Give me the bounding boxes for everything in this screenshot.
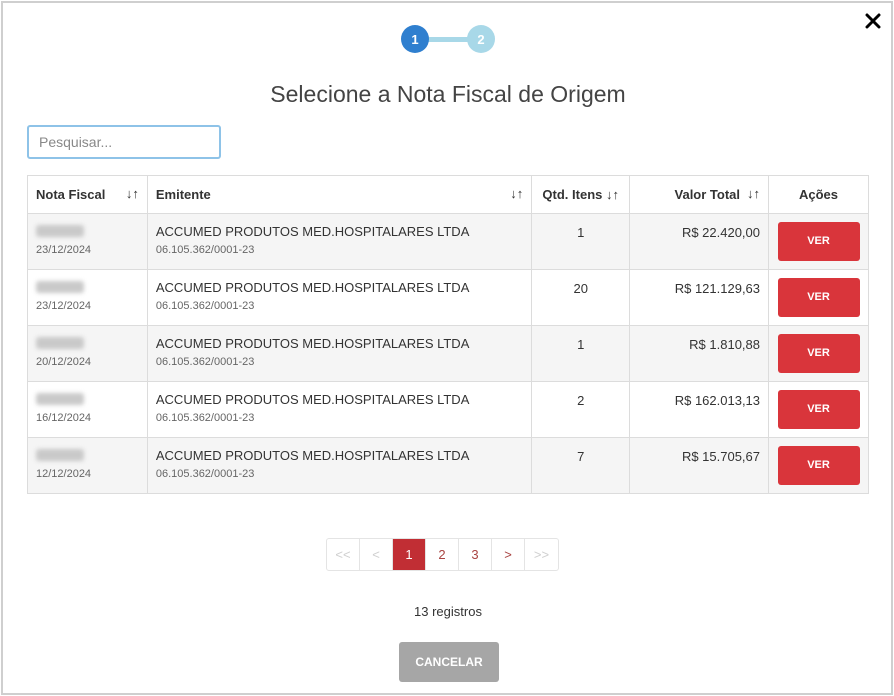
valor-total: R$ 1.810,88 bbox=[629, 325, 770, 382]
nf-number-redacted: 6432142 bbox=[36, 393, 84, 405]
table-row[interactable]: 6448812 23/12/2024 ACCUMED PRODUTOS MED.H… bbox=[27, 213, 869, 270]
cancel-button[interactable]: CANCELAR bbox=[399, 642, 499, 682]
search-input[interactable] bbox=[27, 125, 221, 159]
nf-number-redacted: 6448655 bbox=[36, 281, 84, 293]
sort-icon: ↓↑ bbox=[125, 186, 139, 201]
ver-button[interactable]: VER bbox=[777, 390, 860, 429]
header-label: Nota Fiscal bbox=[36, 187, 106, 202]
header-valor-total[interactable]: Valor Total ↓↑ bbox=[629, 175, 770, 214]
nf-date: 16/12/2024 bbox=[36, 412, 92, 424]
emitente-name: ACCUMED PRODUTOS MED.HOSPITALARES LTDA bbox=[155, 448, 470, 463]
page-title: Selecione a Nota Fiscal de Origem bbox=[270, 81, 626, 107]
header-emitente[interactable]: Emitente ↓↑ bbox=[146, 175, 533, 214]
ver-button[interactable]: VER bbox=[777, 222, 860, 261]
page-prev[interactable]: < bbox=[360, 539, 393, 570]
header-label: Valor Total bbox=[674, 187, 741, 202]
emitente-cnpj: 06.105.362/0001-23 bbox=[155, 244, 255, 256]
nf-number-redacted: 6444178 bbox=[36, 337, 84, 349]
sort-icon: ↓↑ bbox=[747, 186, 761, 201]
nf-number-redacted: 6428411 bbox=[36, 449, 84, 461]
qtd-itens: 2 bbox=[531, 381, 631, 438]
emitente-cnpj: 06.105.362/0001-23 bbox=[155, 356, 255, 368]
page-last[interactable]: >> bbox=[525, 539, 558, 570]
stepper: 1 2 bbox=[401, 24, 497, 54]
nf-table: Nota Fiscal ↓↑ Emitente ↓↑ Qtd. Itens ↓↑… bbox=[27, 175, 869, 494]
nf-number-redacted: 6448812 bbox=[36, 225, 84, 237]
qtd-itens: 1 bbox=[531, 213, 631, 270]
emitente-name: ACCUMED PRODUTOS MED.HOSPITALARES LTDA bbox=[155, 280, 470, 295]
table-row[interactable]: 6432142 16/12/2024 ACCUMED PRODUTOS MED.H… bbox=[27, 381, 869, 438]
emitente-name: ACCUMED PRODUTOS MED.HOSPITALARES LTDA bbox=[155, 224, 470, 239]
ver-button[interactable]: VER bbox=[777, 446, 860, 485]
qtd-itens: 7 bbox=[531, 437, 631, 494]
header-label: Ações bbox=[798, 187, 839, 202]
emitente-name: ACCUMED PRODUTOS MED.HOSPITALARES LTDA bbox=[155, 392, 470, 407]
header-acoes: Ações bbox=[768, 175, 869, 214]
step-1: 1 bbox=[401, 25, 429, 53]
emitente-cnpj: 06.105.362/0001-23 bbox=[155, 412, 255, 424]
table-row[interactable]: 6444178 20/12/2024 ACCUMED PRODUTOS MED.H… bbox=[27, 325, 869, 382]
nf-date: 23/12/2024 bbox=[36, 244, 92, 256]
valor-total: R$ 15.705,67 bbox=[629, 437, 770, 494]
nf-selection-modal: 1 2 Selecione a Nota Fiscal de Origem No… bbox=[1, 1, 893, 695]
nf-date: 20/12/2024 bbox=[36, 356, 92, 368]
qtd-itens: 20 bbox=[531, 269, 631, 326]
pagination: << < 1 2 3 > >> bbox=[326, 538, 559, 571]
header-nota-fiscal[interactable]: Nota Fiscal ↓↑ bbox=[27, 175, 148, 214]
table-header-row: Nota Fiscal ↓↑ Emitente ↓↑ Qtd. Itens ↓↑… bbox=[27, 175, 869, 214]
close-button[interactable] bbox=[863, 11, 883, 31]
header-label: Qtd. Itens bbox=[542, 187, 603, 202]
close-icon bbox=[865, 13, 881, 29]
page-1[interactable]: 1 bbox=[393, 539, 426, 570]
page-first[interactable]: << bbox=[327, 539, 360, 570]
nf-date: 23/12/2024 bbox=[36, 300, 92, 312]
table-row[interactable]: 6428411 12/12/2024 ACCUMED PRODUTOS MED.H… bbox=[27, 437, 869, 494]
valor-total: R$ 162.013,13 bbox=[629, 381, 770, 438]
header-qtd-itens[interactable]: Qtd. Itens ↓↑ bbox=[531, 175, 631, 214]
sort-icon: ↓↑ bbox=[510, 186, 524, 201]
emitente-cnpj: 06.105.362/0001-23 bbox=[155, 468, 255, 480]
page-3[interactable]: 3 bbox=[459, 539, 492, 570]
valor-total: R$ 22.420,00 bbox=[629, 213, 770, 270]
step-2: 2 bbox=[467, 25, 495, 53]
emitente-cnpj: 06.105.362/0001-23 bbox=[155, 300, 255, 312]
ver-button[interactable]: VER bbox=[777, 278, 860, 317]
records-count: 13 registros bbox=[414, 604, 482, 619]
page-next[interactable]: > bbox=[492, 539, 525, 570]
header-label: Emitente bbox=[155, 187, 211, 202]
ver-button[interactable]: VER bbox=[777, 334, 860, 373]
valor-total: R$ 121.129,63 bbox=[629, 269, 770, 326]
emitente-name: ACCUMED PRODUTOS MED.HOSPITALARES LTDA bbox=[155, 336, 470, 351]
nf-date: 12/12/2024 bbox=[36, 468, 92, 480]
table-row[interactable]: 6448655 23/12/2024 ACCUMED PRODUTOS MED.H… bbox=[27, 269, 869, 326]
sort-icon: ↓↑ bbox=[606, 187, 619, 202]
page-2[interactable]: 2 bbox=[426, 539, 459, 570]
qtd-itens: 1 bbox=[531, 325, 631, 382]
